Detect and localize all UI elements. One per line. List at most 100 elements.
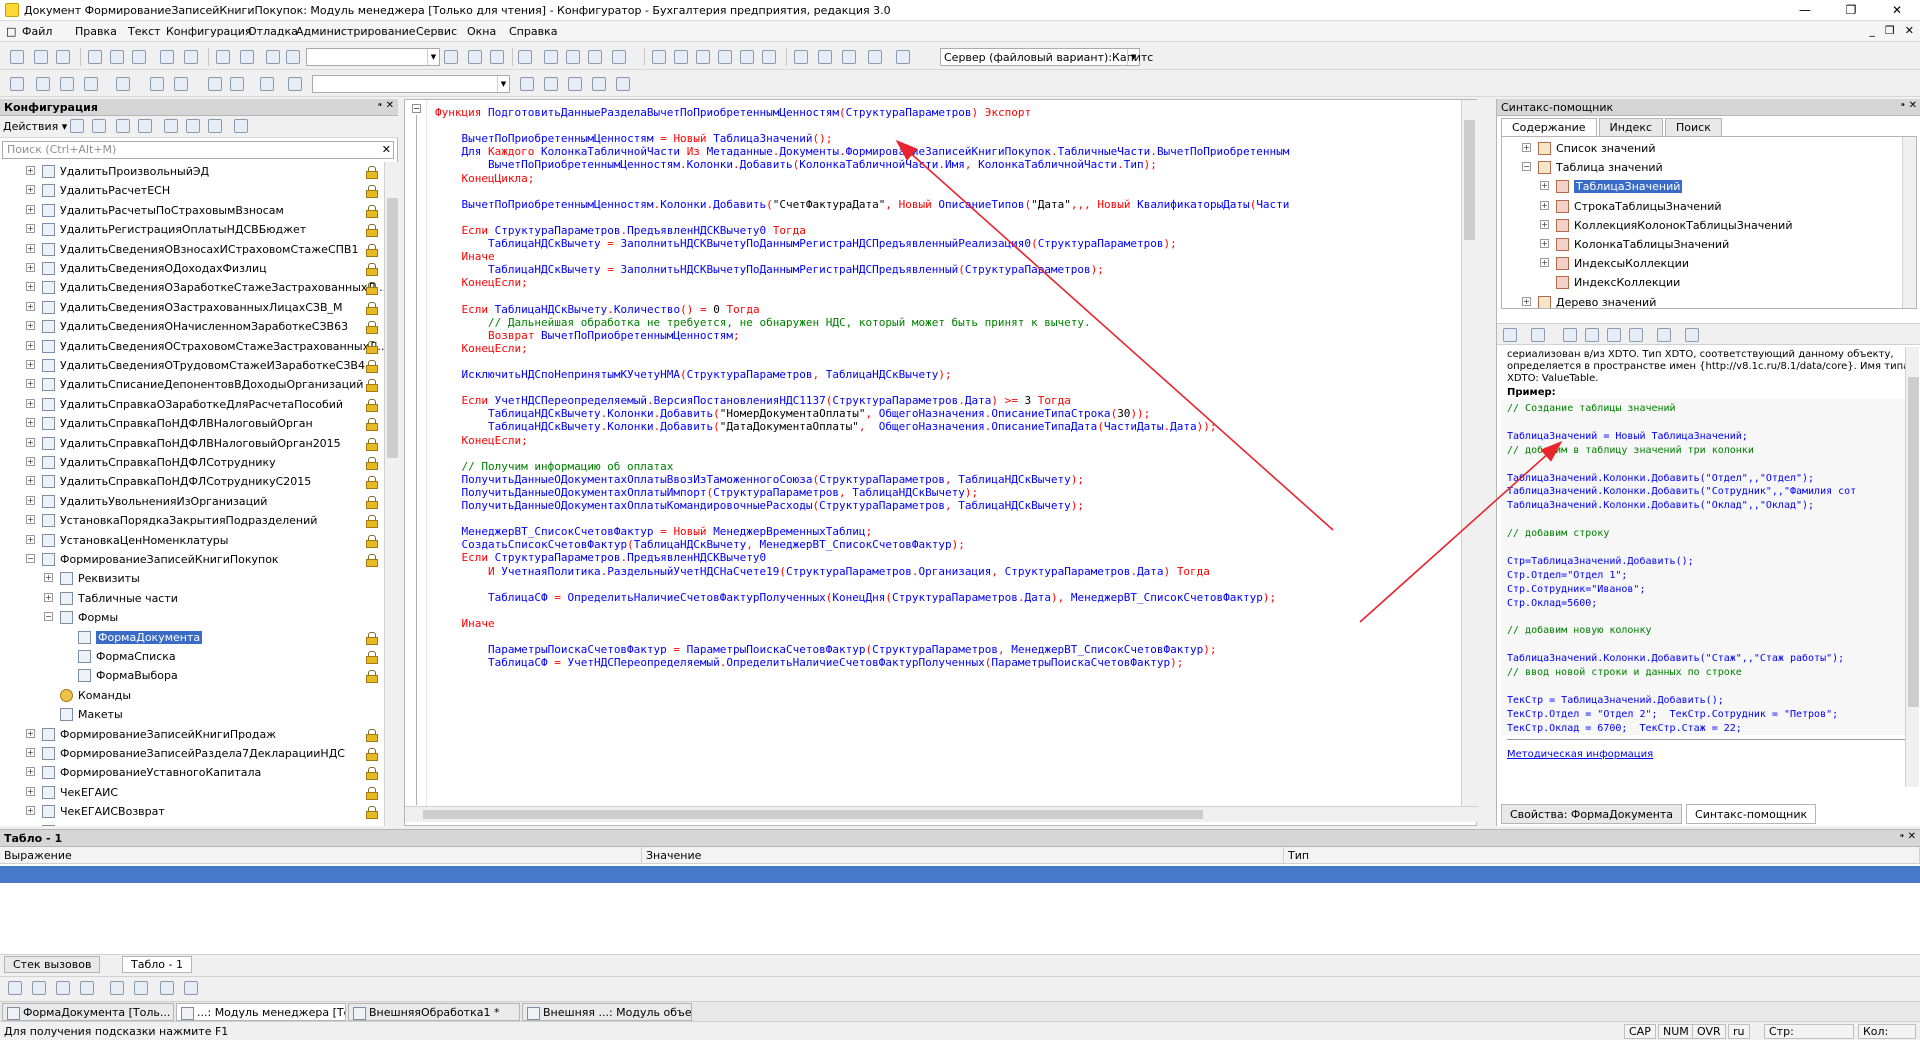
tree-row[interactable]: + УдалитьСправкаПоНДФЛСотрудникуС2015 — [0, 472, 384, 491]
config-scrollbar-thumb[interactable] — [387, 198, 398, 458]
code-line[interactable]: ИсключитьНДСпоНепринятымКУчетуНМА(Структ… — [435, 368, 952, 382]
procedure-select[interactable]: ▼ — [312, 75, 510, 93]
tree-row[interactable]: + УдалитьСписаниеДепонентовВДоходыОрганиз… — [0, 375, 384, 394]
editor-hscroll-thumb[interactable] — [423, 810, 1203, 819]
code-line[interactable]: ВычетПоПриобретеннымЦенностям.Колонки.До… — [435, 198, 1290, 212]
next-topic-icon[interactable] — [1629, 328, 1643, 342]
actions-menu-button[interactable]: Действия ▾ — [3, 120, 67, 133]
tree-row[interactable]: + УдалитьСведенияОСтраховомСтажеЗастрахов… — [0, 337, 384, 356]
window-tab-manager-module[interactable]: ...: Модуль менеджера [Тол... — [176, 1003, 346, 1021]
code-line[interactable]: СоздатьСписокСчетовФактур(ТаблицаНДСкВыч… — [435, 538, 965, 552]
tree-row[interactable]: + УстановкаЦенНоменклатуры — [0, 531, 384, 550]
expand-icon[interactable]: + — [26, 166, 35, 175]
debug-icon[interactable] — [134, 981, 148, 995]
debug-icon[interactable] — [110, 981, 124, 995]
expand-icon[interactable]: + — [26, 379, 35, 389]
tab-contents[interactable]: Содержание — [1501, 118, 1597, 136]
expand-icon[interactable]: + — [26, 224, 35, 234]
copy-icon[interactable] — [116, 119, 130, 133]
find-icon[interactable] — [1563, 328, 1577, 342]
expand-icon[interactable]: + — [26, 418, 35, 428]
syntax-tree-row[interactable]: + СтрокаТаблицыЗначений — [1502, 197, 1886, 216]
config-icon[interactable] — [544, 50, 558, 64]
expand-icon[interactable]: + — [26, 515, 35, 525]
expand-icon[interactable]: + — [26, 786, 35, 796]
expand-icon[interactable]: + — [26, 204, 35, 214]
expand-icon[interactable]: + — [26, 263, 35, 272]
tree-row[interactable]: + УдалитьРегистрацияОплатыНДСВБюджет — [0, 220, 384, 239]
tree-row[interactable]: − ФормированиеЗаписейКнигиПокупок — [0, 550, 384, 569]
tree-row[interactable]: + УдалитьСправкаОЗаработкеДляРасчетаПособ… — [0, 395, 384, 414]
menu-configuration[interactable]: Конфигурация — [166, 25, 252, 38]
code-line[interactable]: КонецЕсли; — [435, 276, 528, 290]
editor-vscroll-thumb[interactable] — [1464, 120, 1475, 240]
module-icon[interactable] — [10, 77, 24, 91]
code-line[interactable]: ТаблицаСФ = ОпределитьНаличиеСчетовФакту… — [435, 591, 1276, 605]
copy-icon[interactable] — [110, 50, 124, 64]
find-in-files-icon[interactable] — [160, 50, 174, 64]
goto-line-icon[interactable] — [260, 77, 274, 91]
editor-vertical-scrollbar[interactable] — [1461, 100, 1477, 806]
code-editor[interactable]: − Функция ПодготовитьДанныеРазделаВычетП… — [404, 99, 1478, 826]
find-next-icon[interactable] — [468, 50, 482, 64]
tree-row[interactable]: + ФормированиеЗаписейКнигиПродаж — [0, 725, 384, 744]
collapse-icon[interactable]: − — [26, 554, 35, 563]
code-line[interactable]: Иначе — [435, 617, 495, 631]
move-down-icon[interactable] — [186, 119, 200, 133]
expand-icon[interactable]: + — [26, 767, 35, 777]
tree-row[interactable]: + УдалитьСведенияОТрудовомСтажеИЗаработке… — [0, 356, 384, 375]
repository-icon[interactable] — [588, 50, 602, 64]
menu-doc-icon[interactable]: □ — [6, 25, 16, 38]
add-icon[interactable] — [70, 119, 84, 133]
code-line[interactable]: Для Каждого КолонкаТабличнойЧасти Из Мет… — [435, 145, 1290, 159]
edit-icon[interactable] — [92, 119, 106, 133]
expand-icon[interactable]: + — [26, 340, 35, 350]
search-icon[interactable] — [286, 50, 300, 64]
expand-icon[interactable]: + — [26, 806, 35, 816]
menu-service[interactable]: Сервис — [416, 25, 457, 38]
timer-icon[interactable] — [896, 50, 910, 64]
uncomment-icon[interactable] — [230, 77, 244, 91]
tab-index[interactable]: Индекс — [1598, 118, 1664, 136]
wizard-icon[interactable] — [520, 77, 534, 91]
expand-icon[interactable]: + — [1522, 296, 1531, 306]
menu-edit[interactable]: Правка — [75, 25, 117, 38]
expand-icon[interactable]: + — [26, 495, 35, 505]
more-icon[interactable] — [616, 77, 630, 91]
code-line[interactable]: // Получим информацию об оплатах — [435, 460, 673, 474]
expand-icon[interactable]: + — [44, 592, 53, 602]
debug-stepout-icon[interactable] — [718, 50, 732, 64]
window-icon[interactable] — [518, 50, 532, 64]
tree-row[interactable]: + УдалитьПроизвольныйЭД — [0, 162, 384, 181]
template-icon[interactable] — [288, 77, 302, 91]
expand-icon[interactable]: + — [26, 728, 35, 738]
code-line[interactable]: Если СтруктураПараметров.ПредъявленНДСКВ… — [435, 551, 767, 565]
format-icon[interactable] — [36, 77, 50, 91]
outdent-icon[interactable] — [84, 77, 98, 91]
mdi-close-button[interactable]: ✕ — [1905, 24, 1914, 37]
menu-windows[interactable]: Окна — [467, 25, 496, 38]
syntax-tree-row[interactable]: + КолонкаТаблицыЗначений — [1502, 235, 1886, 254]
expand-icon[interactable]: + — [26, 437, 35, 447]
tree-row[interactable]: + УдалитьУвольненияИзОрганизаций — [0, 492, 384, 511]
tab-tablo[interactable]: Табло - 1 — [122, 956, 192, 973]
debug-stop-icon[interactable] — [762, 50, 776, 64]
debug-icon[interactable] — [8, 981, 22, 995]
debug-icon[interactable] — [80, 981, 94, 995]
tree-row[interactable]: + УдалитьСведенияОЗастрахованныхЛицахСЗВ_… — [0, 298, 384, 317]
filter-icon[interactable] — [234, 119, 248, 133]
tree-row[interactable]: + УдалитьСведенияОВзносахИСтраховомСтажеС… — [0, 240, 384, 259]
code-text[interactable]: Функция ПодготовитьДанныеРазделаВычетПоП… — [405, 100, 1461, 806]
breakpoint-icon[interactable] — [794, 50, 808, 64]
expand-icon[interactable]: + — [26, 282, 35, 292]
debug-icon[interactable] — [32, 981, 46, 995]
tree-row[interactable]: + УдалитьРасчетыПоСтраховымВзносам — [0, 201, 384, 220]
expand-icon[interactable]: + — [1540, 258, 1549, 268]
tree-row[interactable]: + УдалитьСправкаПоНДФЛСотруднику — [0, 453, 384, 472]
find-icon[interactable] — [266, 50, 280, 64]
open-icon[interactable] — [34, 50, 48, 64]
panel-pin-close[interactable]: ⁍ ✕ — [1900, 100, 1917, 111]
collapse-icon[interactable]: − — [1522, 162, 1531, 172]
doc-scrollbar-thumb[interactable] — [1908, 377, 1919, 707]
chevron-down-icon[interactable]: ▼ — [1127, 49, 1139, 65]
